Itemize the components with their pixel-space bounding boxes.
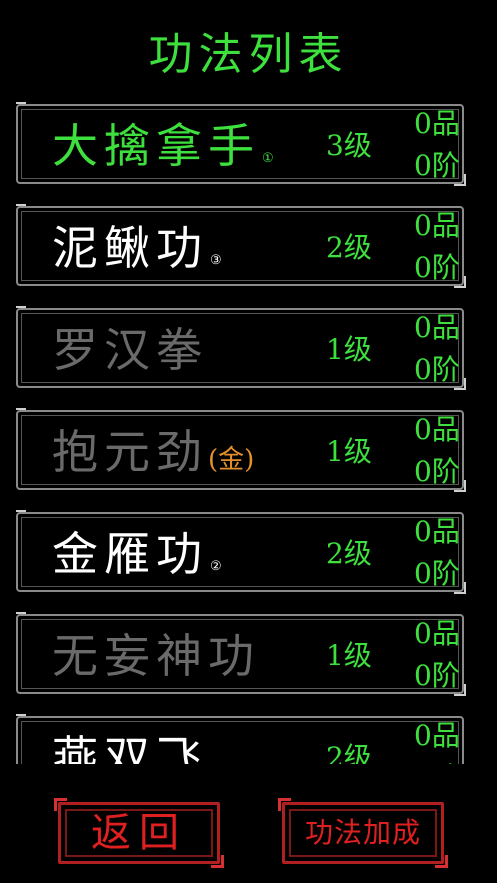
skill-jie: 0阶: [414, 455, 460, 488]
skill-pin: 0品: [414, 209, 460, 242]
skill-pin: 0品: [414, 515, 460, 548]
page-title: 功法列表: [148, 29, 349, 80]
skill-bonus-button[interactable]: 功法加成: [278, 798, 448, 868]
skill-name: 抱元劲(金): [52, 425, 255, 479]
skill-pin: 0品: [414, 311, 460, 344]
skill-name: 罗汉拳: [52, 323, 208, 377]
grade-mark: ①: [262, 151, 274, 166]
skill-jie: 0阶: [414, 149, 460, 182]
skill-row[interactable]: 抱元劲(金) 1级 0品 0阶: [16, 406, 482, 492]
skill-row[interactable]: 大擒拿手 ① 3级 0品 0阶: [16, 100, 482, 186]
skill-row[interactable]: 金雁功 ② 2级 0品 0阶: [16, 508, 482, 594]
skill-level: 1级: [326, 639, 372, 672]
skill-jie: 0阶: [414, 251, 460, 284]
grade-mark: ③: [210, 253, 222, 268]
skill-level: 1级: [326, 333, 372, 366]
skill-name: 无妄神功: [52, 629, 260, 683]
grade-mark: ②: [210, 559, 222, 574]
skill-list[interactable]: 大擒拿手 ① 3级 0品 0阶 泥鳅功 ③ 2级 0品 0阶 罗汉拳 1级 0品 0…: [16, 100, 482, 764]
skill-name: 大擒拿手 ①: [52, 119, 274, 173]
skill-row[interactable]: 泥鳅功 ③ 2级 0品 0阶: [16, 202, 482, 288]
skill-level: 3级: [326, 129, 372, 162]
skill-pin: 0品: [414, 617, 460, 650]
skill-pin: 0品: [414, 719, 460, 752]
skill-level: 1级: [326, 435, 372, 468]
skill-pin: 0品: [414, 413, 460, 446]
gold-tag: (金): [208, 445, 255, 475]
skill-pin: 0品: [414, 107, 460, 140]
skill-name: 燕双飞①: [52, 722, 222, 764]
skill-name: 泥鳅功 ③: [52, 221, 222, 275]
skill-row[interactable]: 罗汉拳 1级 0品 0阶: [16, 304, 482, 390]
skill-jie: 0阶: [414, 557, 460, 590]
grade-mark: ①: [210, 763, 222, 764]
back-button[interactable]: 返回: [54, 798, 224, 868]
skill-level: 2级: [326, 741, 372, 764]
skill-name: 金雁功 ②: [52, 527, 222, 581]
skill-row[interactable]: 燕双飞① 2级 0品 0阶: [16, 712, 482, 764]
skill-jie: 0阶: [414, 659, 460, 692]
skill-level: 2级: [326, 537, 372, 570]
skill-level: 2级: [326, 231, 372, 264]
skill-jie: 0阶: [414, 353, 460, 386]
skill-jie: 0阶: [414, 756, 460, 764]
skill-row[interactable]: 无妄神功 1级 0品 0阶: [16, 610, 482, 696]
